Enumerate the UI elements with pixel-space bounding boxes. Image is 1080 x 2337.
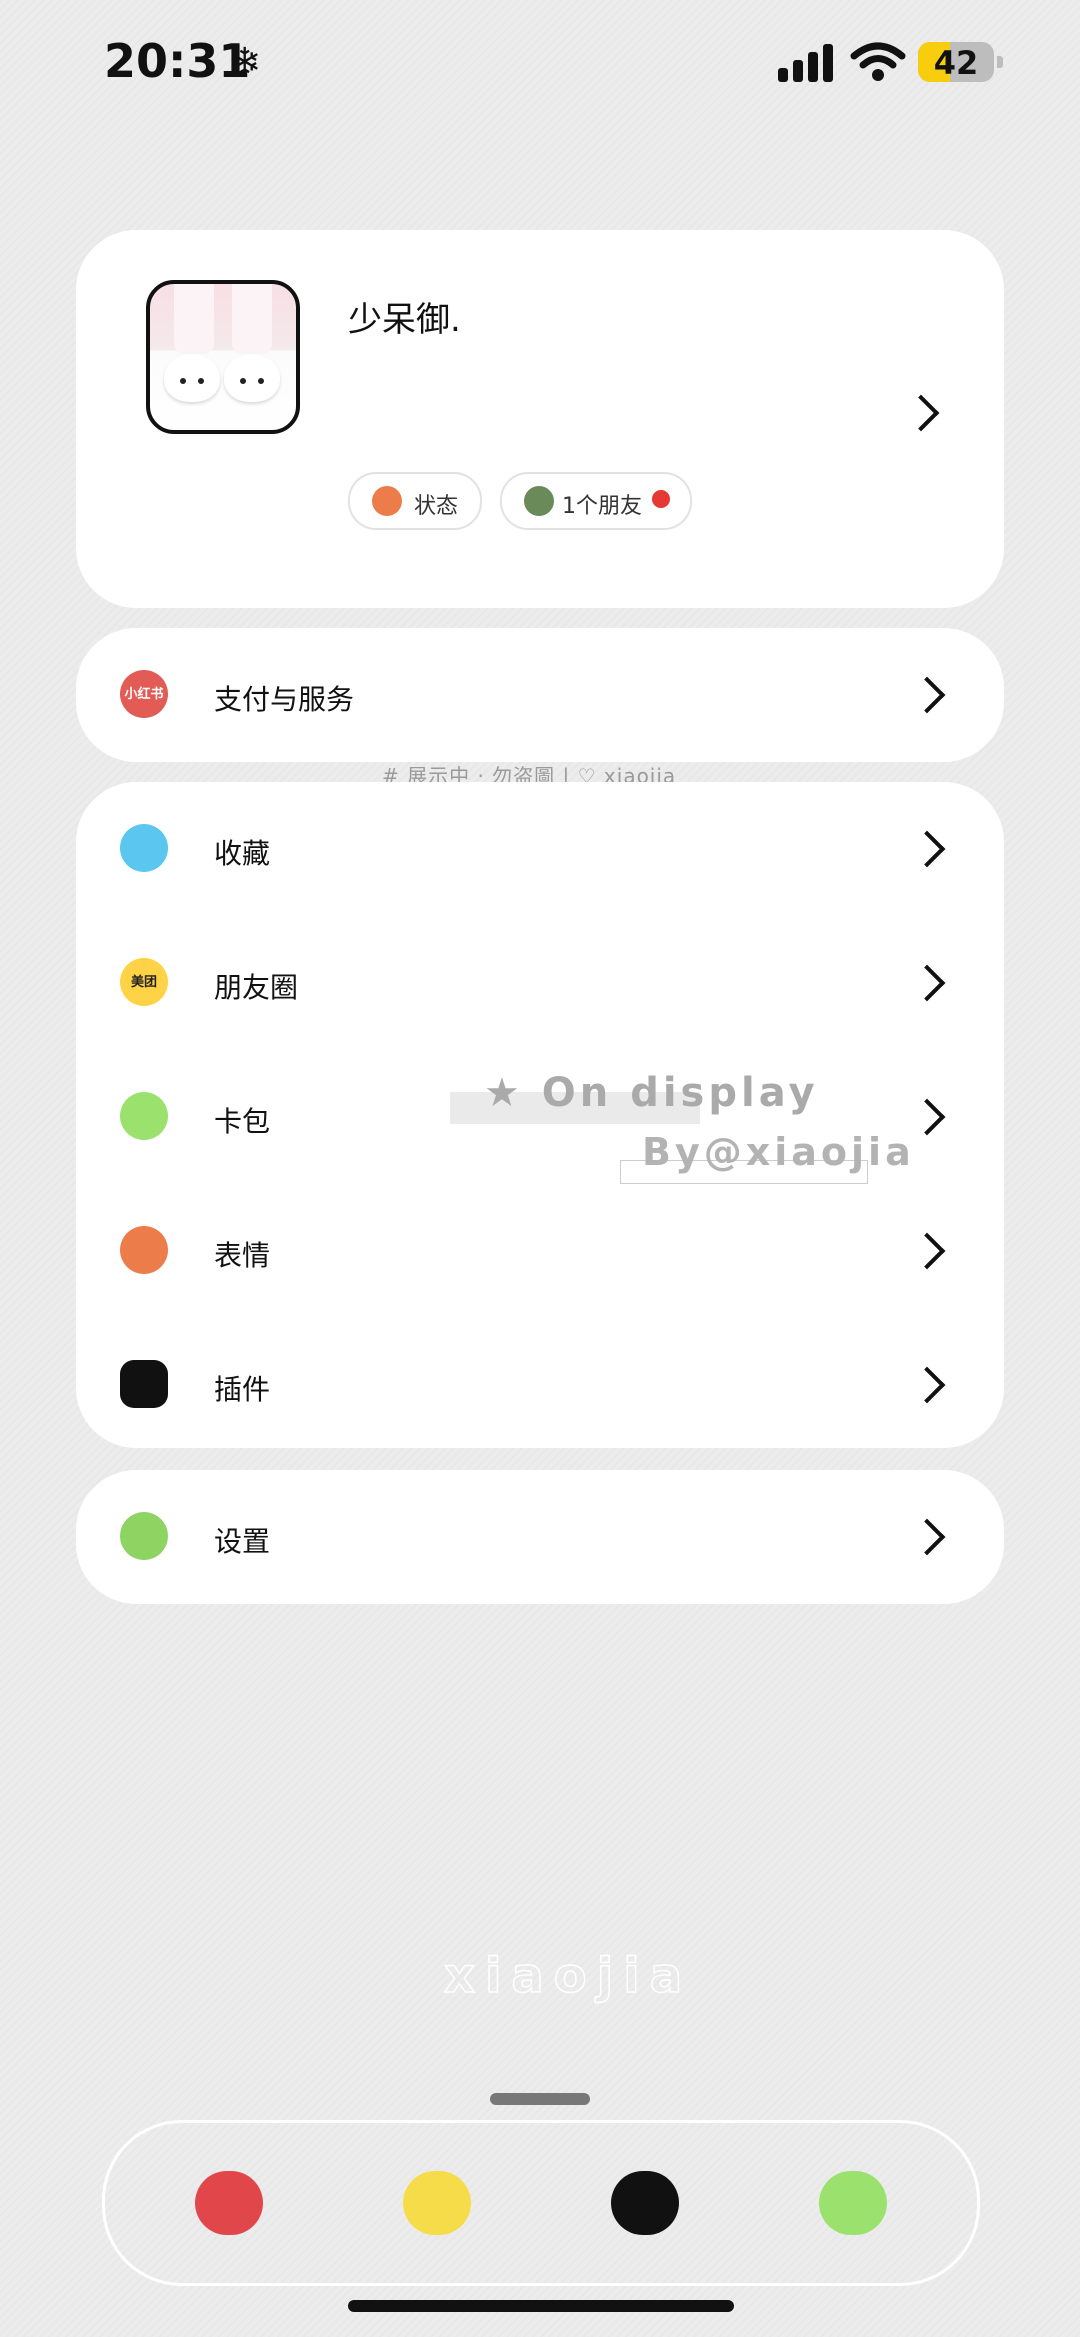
settings-group: 设置 [76,1470,1004,1604]
status-bar: 20:31 ❄ 42 [0,0,1080,130]
xiaohongshu-icon: 小红书 [120,670,168,718]
avatar-decoration [258,378,264,384]
friends-chip-label: 1个朋友 [562,494,642,519]
row-label: 卡包 [214,1105,271,1138]
row-stickers[interactable]: 表情 [76,1184,1004,1318]
row-label: 表情 [214,1239,271,1272]
mail-icon[interactable] [403,2171,471,2235]
row-label: 插件 [214,1373,271,1406]
avatar-decoration [164,354,220,402]
row-plugins[interactable]: 插件 [76,1318,1004,1452]
status-chip[interactable]: 状态 [348,472,482,530]
battery-cap [997,56,1003,68]
wechat-icon [120,1092,168,1140]
avatar-decoration [224,354,280,402]
chevron-right-icon[interactable] [902,394,940,432]
battery-indicator: 42 [918,42,994,82]
row-favorites[interactable]: 收藏 [76,782,1004,916]
widget-handle[interactable] [490,2093,590,2105]
sticker-icon [120,1226,168,1274]
row-moments[interactable]: 美团 朋友圈 [76,916,1004,1050]
status-chip-label: 状态 [414,494,459,519]
chevron-right-icon [908,830,946,868]
chevron-right-icon [908,1232,946,1270]
battery-percent: 42 [933,44,979,82]
avatar-decoration [232,284,272,354]
chevron-right-icon [908,1518,946,1556]
watermark-outline-text: xiaojia [443,1947,693,2005]
wifi-icon [850,42,906,81]
avatar-decoration [174,284,214,354]
snowflake-icon: ❄ [228,40,262,86]
chevron-right-icon [908,964,946,1002]
avatar[interactable] [146,280,300,434]
chevron-right-icon [908,1366,946,1404]
watermark-by: By@xiaojia [642,1130,915,1174]
cellular-signal-icon [778,42,836,82]
row-label: 朋友圈 [214,971,299,1004]
smile-icon [120,1360,168,1408]
watermark-on-display: ★ On display [484,1070,819,1116]
avatar-decoration [240,378,246,384]
status-icon [372,486,402,516]
messages-icon [120,1512,168,1560]
meituan-icon: 美团 [120,958,168,1006]
friend-avatar-icon [524,486,554,516]
weather-icon [120,824,168,872]
tiktok-icon[interactable] [611,2171,679,2235]
row-label: 收藏 [214,837,271,870]
friends-chip[interactable]: 1个朋友 [500,472,692,530]
profile-nickname: 少呆御. [348,300,461,340]
row-label: 设置 [214,1525,271,1558]
wechat-dock-icon[interactable] [819,2171,887,2235]
avatar-decoration [180,378,186,384]
dock [102,2120,980,2286]
row-label: 支付与服务 [214,683,355,716]
row-settings[interactable]: 设置 [76,1470,1004,1604]
chevron-right-icon [908,676,946,714]
avatar-decoration [198,378,204,384]
row-pay[interactable]: 小红书 支付与服务 [76,628,1004,762]
pay-group: 小红书 支付与服务 [76,628,1004,762]
home-indicator[interactable] [348,2300,734,2312]
netease-music-icon[interactable] [195,2171,263,2235]
unread-dot [652,490,670,508]
profile-card[interactable]: 少呆御. 状态 1个朋友 [76,230,1004,608]
